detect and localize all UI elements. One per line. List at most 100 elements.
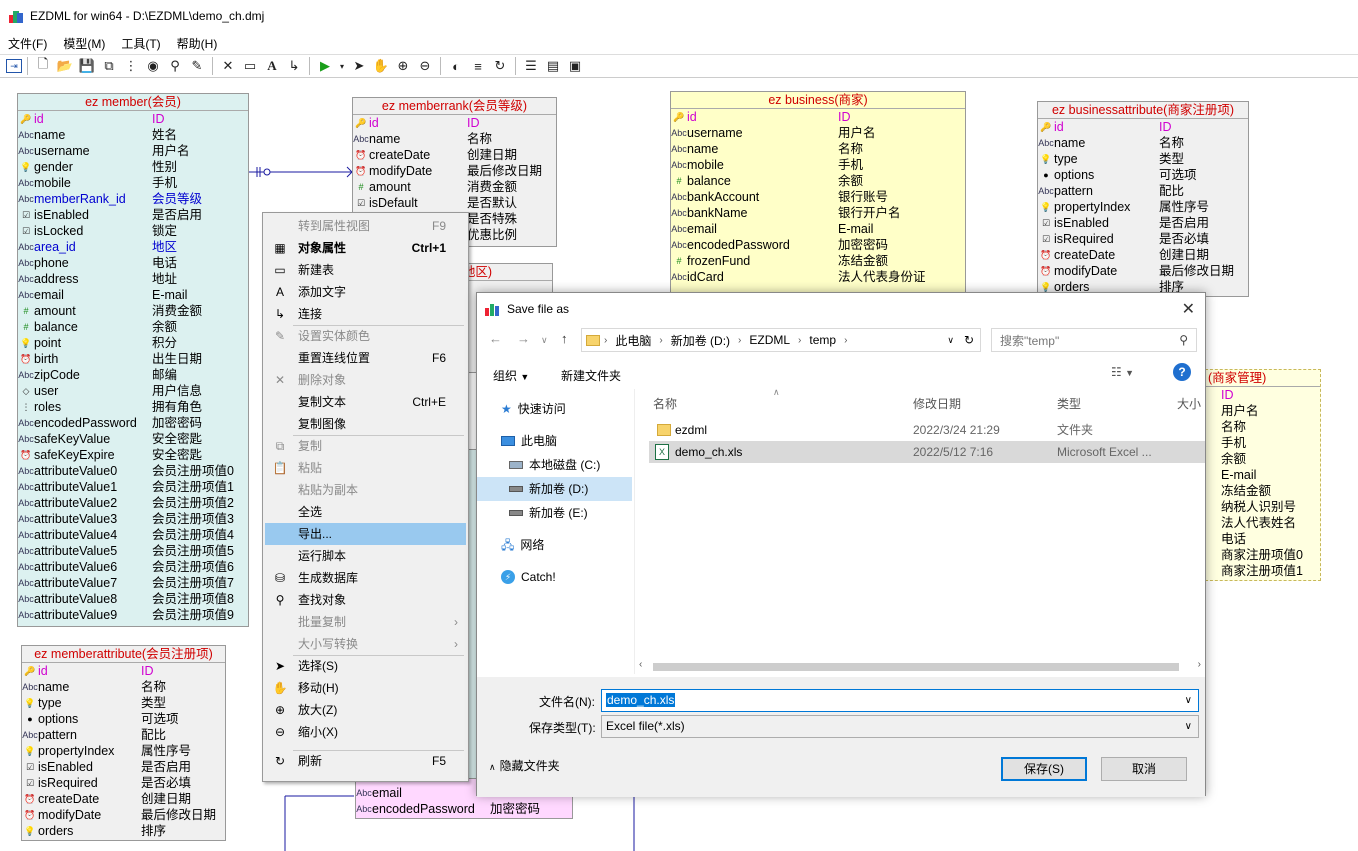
nav-quick-access[interactable]: ★ 快速访问: [501, 397, 566, 421]
entity-field-row[interactable]: Abc memberRank_id 会员等级: [18, 191, 248, 207]
entity-field-row[interactable]: Abc attributeValue3 会员注册项值3: [18, 511, 248, 527]
entity-field-row[interactable]: 用户名: [1206, 403, 1320, 419]
menu-file[interactable]: 文件(F): [8, 35, 55, 52]
entity-field-row[interactable]: 名称: [1206, 419, 1320, 435]
context-menu-item[interactable]: 📋 粘贴: [265, 457, 466, 479]
context-menu-item[interactable]: ✋ 移动(H): [265, 677, 466, 699]
select-pointer-icon[interactable]: ➤: [349, 56, 369, 76]
delete-icon[interactable]: ✕: [218, 56, 238, 76]
entity-field-row[interactable]: 💡 propertyIndex 属性序号: [22, 743, 225, 759]
run-icon[interactable]: ▶: [315, 56, 335, 76]
entity-field-row[interactable]: Abc username 用户名: [671, 125, 965, 141]
entity-field-row[interactable]: Abc phone 电话: [18, 255, 248, 271]
scroll-thumb[interactable]: [653, 663, 1179, 671]
nav-this-pc[interactable]: 此电脑: [501, 429, 557, 453]
context-menu-item[interactable]: ⊖ 缩小(X): [265, 721, 466, 743]
context-menu-item[interactable]: ▭ 新建表: [265, 259, 466, 281]
entity-field-row[interactable]: # amount 消费金额: [18, 303, 248, 319]
entity-field-row[interactable]: ⏰ createDate 创建日期: [1038, 247, 1248, 263]
nav-catch[interactable]: ⚡ Catch!: [501, 565, 556, 589]
context-menu-item[interactable]: ↳ 连接: [265, 303, 466, 325]
entity-field-row[interactable]: Abc attributeValue9 会员注册项值9: [18, 607, 248, 623]
context-menu-item[interactable]: 运行脚本: [265, 545, 466, 567]
properties-icon[interactable]: ▤: [543, 56, 563, 76]
new-file-icon[interactable]: 🗋: [33, 56, 53, 76]
copy-icon[interactable]: ⧉: [99, 56, 119, 76]
nav-drive-d[interactable]: 新加卷 (D:): [477, 477, 632, 501]
search-input[interactable]: 搜索"temp" ⚲: [991, 328, 1197, 352]
breadcrumb-temp[interactable]: temp: [809, 333, 836, 347]
breadcrumb-drive-d[interactable]: 新加卷 (D:): [671, 332, 730, 349]
entity-field-row[interactable]: ☑ isLocked 锁定: [18, 223, 248, 239]
menu-model[interactable]: 模型(M): [63, 35, 113, 52]
entity-field-row[interactable]: Abc address 地址: [18, 271, 248, 287]
context-menu-item[interactable]: 粘贴为副本: [265, 479, 466, 501]
entity-field-row[interactable]: ● options 可选项: [1038, 167, 1248, 183]
entity-field-row[interactable]: Abc attributeValue2 会员注册项值2: [18, 495, 248, 511]
context-menu-item[interactable]: ⧉ 复制: [265, 435, 466, 457]
link-icon[interactable]: ↳: [284, 56, 304, 76]
context-menu-item[interactable]: ⊕ 放大(Z): [265, 699, 466, 721]
entity-field-row[interactable]: 🔑 id ID: [353, 115, 556, 131]
entity-business[interactable]: ez business(商家) 🔑 id ID Abc username 用户名 Abc na…: [670, 91, 966, 293]
column-size[interactable]: 大小: [1177, 395, 1201, 412]
close-icon[interactable]: ✕: [1182, 299, 1195, 319]
entity-memberattribute[interactable]: ez memberattribute(会员注册项) 🔑 id ID Abc name 名称…: [21, 645, 226, 841]
entity-field-row[interactable]: ⏰ birth 出生日期: [18, 351, 248, 367]
table-icon[interactable]: ▭: [240, 56, 260, 76]
entity-field-row[interactable]: 🔑 id ID: [671, 109, 965, 125]
context-menu-item[interactable]: 复制文本 Ctrl+E: [265, 391, 466, 413]
context-menu-item[interactable]: 全选: [265, 501, 466, 523]
entity-field-row[interactable]: ⏰ createDate 创建日期: [22, 791, 225, 807]
entity-field-row[interactable]: 💡 type 类型: [1038, 151, 1248, 167]
context-menu-item[interactable]: ↻ 刷新 F5: [265, 750, 466, 772]
binoculars-icon[interactable]: ⚲: [165, 56, 185, 76]
breadcrumb-ezdml[interactable]: EZDML: [749, 333, 790, 347]
up-arrow-icon[interactable]: ↑: [561, 331, 568, 346]
column-type[interactable]: 类型: [1057, 395, 1081, 412]
globe-icon[interactable]: ◉: [143, 56, 163, 76]
context-menu-item[interactable]: ✎ 设置实体颜色: [265, 325, 466, 347]
entity-field-row[interactable]: ☑ isEnabled 是否启用: [22, 759, 225, 775]
entity-field-row[interactable]: ☑ isDefault 是否默认: [353, 195, 556, 211]
file-row-demo-ch[interactable]: X demo_ch.xls 2022/5/12 7:16 Microsoft E…: [649, 441, 1205, 463]
entity-field-row[interactable]: Abc mobile 手机: [671, 157, 965, 173]
entity-field-row[interactable]: Abc mobile 手机: [18, 175, 248, 191]
context-menu-item[interactable]: ➤ 选择(S): [265, 655, 466, 677]
hand-icon[interactable]: ✋: [371, 56, 391, 76]
entity-field-row[interactable]: Abc encodedPassword 加密密码: [18, 415, 248, 431]
entity-field-row[interactable]: Abc attributeValue8 会员注册项值8: [18, 591, 248, 607]
entity-field-row[interactable]: Abc name 名称: [22, 679, 225, 695]
entity-field-row[interactable]: ◇ user 用户信息: [18, 383, 248, 399]
context-menu-item[interactable]: ⚲ 查找对象: [265, 589, 466, 611]
entity-field-row[interactable]: ☑ isEnabled 是否启用: [18, 207, 248, 223]
tree-icon[interactable]: ⋮: [121, 56, 141, 76]
entity-field-row[interactable]: Abc zipCode 邮编: [18, 367, 248, 383]
entity-field-row[interactable]: 冻结金额: [1206, 483, 1320, 499]
cancel-button[interactable]: 取消: [1101, 757, 1187, 781]
entity-field-row[interactable]: 纳税人识别号: [1206, 499, 1320, 515]
image-icon[interactable]: ▣: [565, 56, 585, 76]
refresh-icon[interactable]: ↻: [964, 333, 974, 347]
context-menu-item[interactable]: A 添加文字: [265, 281, 466, 303]
entity-field-row[interactable]: # frozenFund 冻结金额: [671, 253, 965, 269]
horizontal-scrollbar[interactable]: ‹ ›: [637, 659, 1205, 675]
add-list-icon[interactable]: ☰: [521, 56, 541, 76]
column-date[interactable]: 修改日期: [913, 395, 961, 412]
entity-field-row[interactable]: 💡 orders 排序: [22, 823, 225, 839]
layers-icon[interactable]: ≡: [468, 56, 488, 76]
entity-field-row[interactable]: Abc attributeValue4 会员注册项值4: [18, 527, 248, 543]
context-menu-item[interactable]: ⛁ 生成数据库: [265, 567, 466, 589]
filetype-select[interactable]: Excel file(*.xls) ∨: [601, 715, 1199, 738]
entity-field-row[interactable]: # balance 余额: [18, 319, 248, 335]
entity-field-row[interactable]: Abc attributeValue1 会员注册项值1: [18, 479, 248, 495]
entity-field-row[interactable]: 手机: [1206, 435, 1320, 451]
back-arrow-icon[interactable]: ←: [489, 331, 502, 346]
entity-field-row[interactable]: ● options 可选项: [22, 711, 225, 727]
help-icon[interactable]: ?: [1173, 363, 1191, 381]
dropdown-icon[interactable]: ∨: [1185, 690, 1192, 711]
entity-field-row[interactable]: 🔑 id ID: [1038, 119, 1248, 135]
entity-field-row[interactable]: 电话: [1206, 531, 1320, 547]
entity-field-row[interactable]: ID: [1206, 387, 1320, 403]
menu-help[interactable]: 帮助(H): [177, 35, 226, 52]
